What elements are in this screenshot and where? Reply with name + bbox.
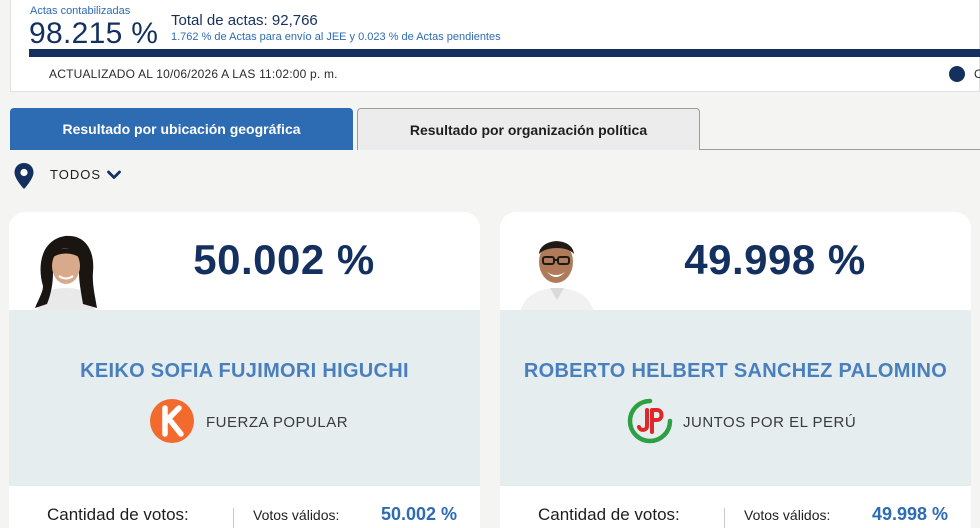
valid-votes-label: Votos válidos: (744, 507, 831, 523)
location-filter-select[interactable]: TODOS (50, 167, 101, 182)
candidate-info-panel: KEIKO SOFIA FUJIMORI HIGUCHI FUERZA POPU… (9, 310, 480, 486)
legend-label: C (974, 67, 980, 81)
valid-votes-percent: 49.998 % (872, 504, 949, 524)
vote-count-label: Cantidad de votos: (538, 505, 680, 524)
vote-count-label: Cantidad de votos: (47, 505, 189, 524)
results-summary-panel: Actas contabilizadas 98.215 % Total de a… (10, 0, 980, 92)
location-pin-icon[interactable] (13, 162, 35, 190)
candidate-photo (23, 222, 109, 312)
candidate-name: ROBERTO HELBERT SANCHEZ PALOMINO (523, 360, 948, 382)
candidate-card: 50.002 % KEIKO SOFIA FUJIMORI HIGUCHI FU… (9, 212, 480, 528)
candidate-info-panel: ROBERTO HELBERT SANCHEZ PALOMINO JUNTOS … (500, 310, 971, 486)
actas-progress-bar (29, 49, 980, 57)
candidate-photo (514, 222, 600, 312)
tab-geographic-results[interactable]: Resultado por ubicación geográfica (10, 108, 353, 150)
candidate-vote-percent: 49.998 % (684, 236, 866, 283)
last-updated-timestamp: ACTUALIZADO AL 10/06/2026 A LAS 11:02:00… (49, 67, 338, 81)
candidate-vote-percent: 50.002 % (193, 236, 375, 283)
candidate-name: KEIKO SOFIA FUJIMORI HIGUCHI (80, 360, 409, 382)
valid-votes-percent: 50.002 % (381, 504, 458, 524)
fuerza-popular-logo-icon (150, 399, 194, 443)
party-name: JUNTOS POR EL PERÚ (683, 414, 857, 431)
actas-counted-percent: 98.215 % (29, 17, 159, 50)
party-name: FUERZA POPULAR (206, 414, 349, 431)
tab-party-results[interactable]: Resultado por organización política (357, 108, 700, 150)
stat-divider (233, 508, 234, 528)
tab-divider-line (700, 149, 980, 150)
candidate-card: 49.998 % ROBERTO HELBERT SANCHEZ PALOMIN… (500, 212, 971, 528)
actas-pending-detail: 1.762 % de Actas para envío al JEE y 0.0… (171, 31, 501, 43)
legend-dot-icon (949, 66, 965, 82)
stat-divider (724, 508, 725, 528)
valid-votes-label: Votos válidos: (253, 507, 340, 523)
actas-counted-label: Actas contabilizadas (30, 5, 131, 17)
chevron-down-icon[interactable] (106, 168, 122, 182)
total-actas: Total de actas: 92,766 (171, 12, 318, 29)
juntos-por-el-peru-logo-icon (627, 398, 673, 444)
